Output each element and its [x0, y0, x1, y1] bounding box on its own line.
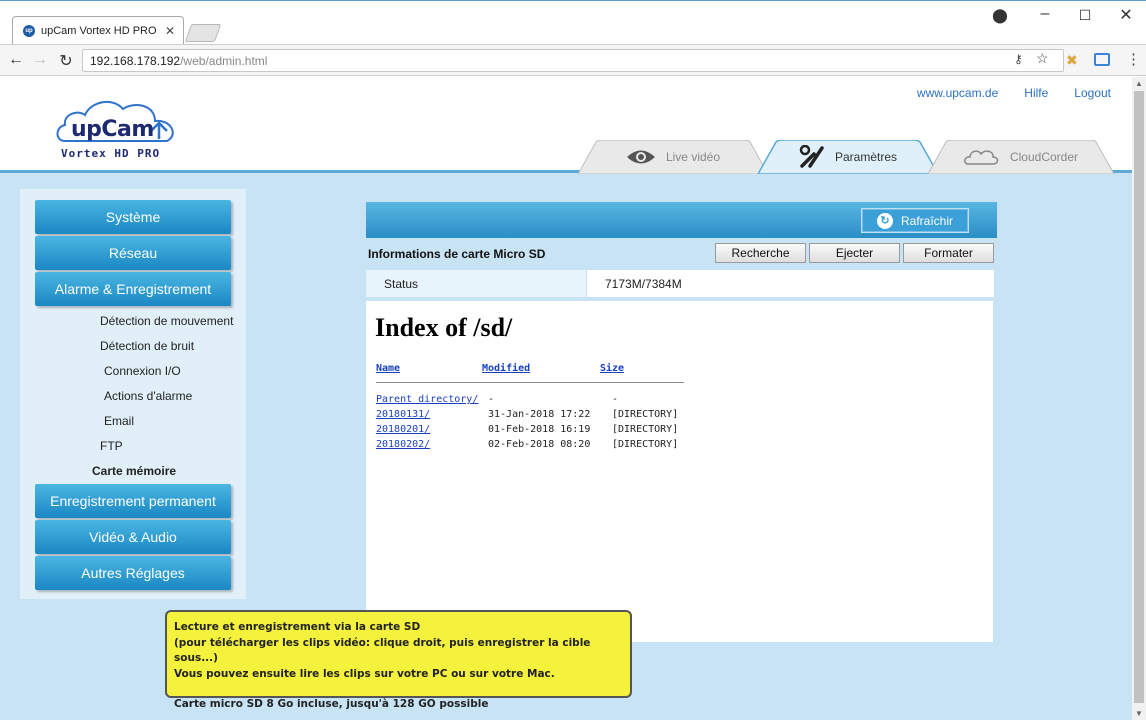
top-links: www.upcam.de Hilfe Logout — [917, 86, 1111, 100]
column-modified-link[interactable]: Modified — [482, 363, 530, 374]
tab-live-video[interactable]: Live vidéo — [578, 140, 768, 174]
submenu-actions[interactable]: Actions d'alarme — [104, 389, 192, 403]
reload-icon[interactable]: ↻ — [56, 51, 76, 71]
scroll-down-icon[interactable]: ▼ — [1135, 709, 1143, 718]
tools-icon — [799, 145, 824, 168]
account-icon[interactable]: ⬤ — [990, 7, 1010, 24]
tab-cloudcorder-label: CloudCorder — [1009, 150, 1079, 164]
logo-subtitle: Vortex HD PRO — [61, 147, 161, 160]
close-tab-icon[interactable]: ✕ — [165, 24, 175, 38]
submenu-io[interactable]: Connexion I/O — [104, 364, 181, 378]
sidebar-item-systeme[interactable]: Système — [35, 200, 231, 234]
sidebar-menu: Système Réseau Alarme & Enregistrement D… — [20, 189, 246, 599]
sidebar-item-video-audio[interactable]: Vidéo & Audio — [35, 520, 231, 554]
sidebar-item-reseau[interactable]: Réseau — [35, 236, 231, 270]
bookmark-star-icon[interactable]: ☆ — [1036, 50, 1049, 67]
refresh-icon: ↻ — [876, 212, 893, 229]
status-value: 7173M/7384M — [586, 270, 700, 297]
back-arrow-icon[interactable]: ← — [6, 51, 26, 69]
column-size-link[interactable]: Size — [600, 363, 624, 374]
index-title: Index of /sd/ — [375, 313, 513, 342]
browser-tab-title: upCam Vortex HD PRO — [41, 25, 157, 37]
submenu-email[interactable]: Email — [104, 414, 134, 428]
close-window-icon[interactable]: ✕ — [1116, 5, 1136, 25]
directory-link[interactable]: 20180201/ — [376, 424, 430, 435]
logo-text: upCam — [71, 117, 154, 142]
maximize-icon[interactable]: ☐ — [1075, 7, 1095, 24]
tab-parametres[interactable]: Paramètres — [758, 140, 938, 174]
directory-link[interactable]: 20180202/ — [376, 439, 430, 450]
key-icon[interactable]: ⚷ — [1014, 52, 1023, 66]
submenu-motion[interactable]: Détection de mouvement — [100, 314, 233, 328]
refresh-label: Rafraîchir — [900, 213, 953, 228]
help-link[interactable]: Hilfe — [1024, 86, 1048, 100]
content-header-bar: ↻ Rafraîchir — [366, 202, 997, 238]
logout-link[interactable]: Logout — [1074, 86, 1111, 100]
callout-line-1: Lecture et enregistrement via la carte S… — [174, 621, 421, 633]
submenu-noise[interactable]: Détection de bruit — [100, 339, 194, 353]
row-modified: 01-Feb-2018 16:19 — [488, 424, 591, 435]
browser-tab[interactable]: up upCam Vortex HD PRO ✕ — [12, 16, 184, 45]
upcam-logo: upCam Vortex HD PRO — [55, 95, 185, 165]
page-scrollbar[interactable]: ▲ ▼ — [1132, 77, 1146, 720]
callout-line-3: Vous pouvez ensuite lire les clips sur v… — [174, 667, 555, 680]
browser-tabstrip: up upCam Vortex HD PRO ✕ ⬤ – ☐ ✕ — [0, 0, 1146, 45]
row-size: - — [612, 394, 619, 405]
callout-line-4: Carte micro SD 8 Go incluse, jusqu'à 128… — [174, 698, 489, 710]
row-modified: 02-Feb-2018 08:20 — [488, 439, 591, 450]
website-link[interactable]: www.upcam.de — [917, 86, 998, 100]
sd-card-title: Informations de carte Micro SD — [368, 247, 546, 261]
listing-divider — [376, 382, 684, 383]
row-modified: 31-Jan-2018 17:22 — [488, 409, 591, 420]
row-modified: - — [488, 394, 495, 405]
page-viewport: upCam Vortex HD PRO www.upcam.de Hilfe L… — [0, 77, 1132, 720]
column-name-link[interactable]: Name — [376, 363, 400, 374]
sidebar-item-autres[interactable]: Autres Réglages — [35, 556, 231, 590]
row-size: [DIRECTORY] — [612, 409, 679, 420]
search-button[interactable]: Recherche — [715, 243, 806, 263]
extension-tools-icon[interactable]: ✖ — [1066, 52, 1078, 69]
eject-button[interactable]: Ejecter — [809, 243, 900, 263]
row-size: [DIRECTORY] — [612, 439, 679, 450]
upcam-favicon-icon: up — [23, 25, 35, 37]
submenu-memory-card[interactable]: Carte mémoire — [92, 464, 176, 478]
status-row: Status 7173M/7384M — [366, 270, 994, 297]
extension-cast-icon[interactable] — [1094, 53, 1110, 66]
cloudcorder-icon — [964, 150, 999, 165]
sidebar-item-alarme[interactable]: Alarme & Enregistrement — [35, 272, 231, 306]
new-tab-button[interactable] — [184, 24, 222, 42]
sd-listing-frame: Index of /sd/ Name Modified Size Parent … — [366, 301, 993, 642]
scroll-up-icon[interactable]: ▲ — [1135, 79, 1143, 88]
url-path: /web/admin.html — [180, 54, 268, 68]
sidebar-item-permanent[interactable]: Enregistrement permanent — [35, 484, 231, 518]
tab-cloudcorder[interactable]: CloudCorder — [928, 140, 1114, 174]
eye-icon — [626, 150, 655, 164]
refresh-button[interactable]: ↻ Rafraîchir — [861, 208, 969, 233]
scroll-thumb[interactable] — [1134, 91, 1144, 703]
status-label: Status — [366, 270, 586, 297]
page-header: upCam Vortex HD PRO www.upcam.de Hilfe L… — [0, 77, 1132, 174]
tab-parametres-label: Paramètres — [834, 150, 898, 164]
callout-line-2: (pour télécharger les clips vidéo: cliqu… — [174, 636, 591, 665]
submenu-ftp[interactable]: FTP — [100, 439, 123, 453]
address-bar: ← → ↻ 192.168.178.192/web/admin.html ⚷ ☆… — [0, 44, 1146, 76]
forward-arrow-icon[interactable]: → — [30, 51, 50, 69]
row-size: [DIRECTORY] — [612, 424, 679, 435]
tab-live-video-label: Live vidéo — [665, 150, 721, 164]
minimize-icon[interactable]: – — [1035, 5, 1055, 23]
url-input[interactable]: 192.168.178.192/web/admin.html — [82, 49, 1064, 72]
url-host: 192.168.178.192 — [90, 54, 181, 68]
info-callout: Lecture et enregistrement via la carte S… — [165, 610, 632, 710]
browser-menu-icon[interactable]: ⋮ — [1126, 50, 1141, 68]
format-button[interactable]: Formater — [903, 243, 994, 263]
directory-link[interactable]: 20180131/ — [376, 409, 430, 420]
parent-directory-link[interactable]: Parent directory/ — [376, 394, 478, 405]
